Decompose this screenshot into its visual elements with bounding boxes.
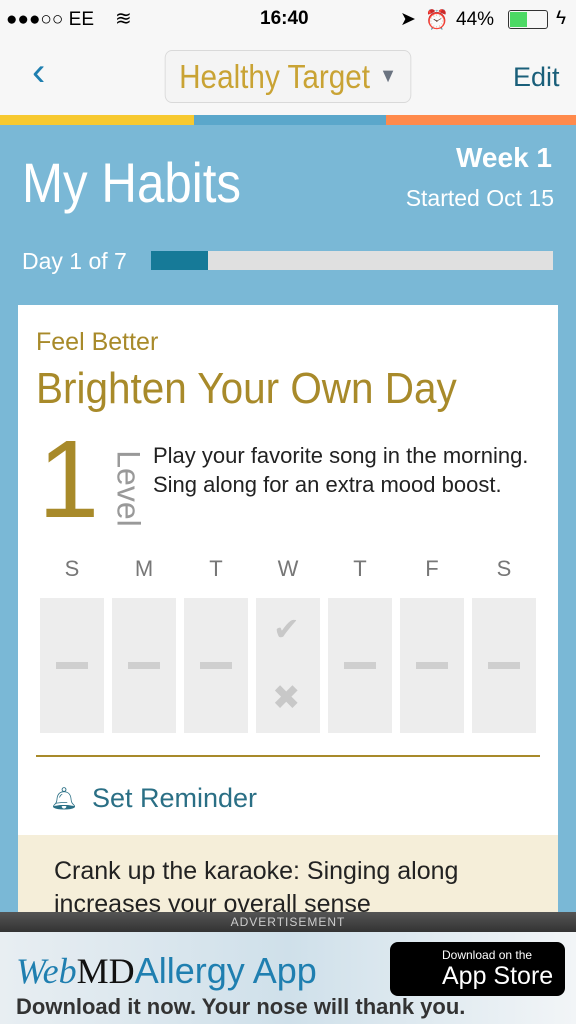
tip-box: Crank up the karaoke: Singing along incr… (18, 835, 558, 915)
program-dropdown[interactable]: Healthy Target ▼ (164, 50, 412, 103)
day-letter: S (64, 556, 80, 581)
dash-icon (56, 662, 88, 669)
program-title: Healthy Target (179, 57, 371, 95)
habit-category: Feel Better (36, 328, 159, 356)
status-bar: ●●●○○ EE ≋ 16:40 ➤ ⏰ 44% ϟ (0, 0, 576, 40)
day-letter: T (209, 556, 223, 581)
location-icon: ➤ (400, 9, 416, 30)
level-number: 1 (38, 418, 100, 541)
wifi-icon: ≋ (115, 8, 132, 30)
day-letter: S (496, 556, 512, 581)
dash-icon (344, 662, 376, 669)
alarm-icon: ⏰ (425, 10, 449, 31)
carrier: ●●●○○ EE (6, 9, 95, 30)
day-box[interactable] (328, 598, 392, 733)
day-box[interactable] (400, 598, 464, 733)
stripe-orange (386, 115, 576, 125)
charging-icon: ϟ (556, 8, 567, 29)
divider (36, 755, 540, 757)
stripe-yellow (0, 115, 194, 125)
ad-brand: WebMDAllergy App (16, 950, 317, 991)
day-letter: F (425, 556, 439, 581)
clock: 16:40 (260, 8, 309, 29)
battery-percent: 44% (456, 9, 495, 30)
set-reminder-button[interactable]: 🔔︎ Set Reminder (50, 783, 257, 814)
habit-description: Play your favorite song in the morning. … (153, 443, 529, 497)
dash-icon (200, 662, 232, 669)
day-box[interactable] (112, 598, 176, 733)
day-counter: Day 1 of 7 (22, 248, 127, 274)
stripe-blue (194, 115, 386, 125)
tip-text: Crank up the karaoke: Singing along incr… (54, 857, 459, 915)
day-letter: W (277, 556, 299, 581)
level-label: Level (110, 450, 147, 527)
day-letter: T (353, 556, 367, 581)
day-letter: M (134, 556, 154, 581)
dash-icon (488, 662, 520, 669)
ad-tagline: Download it now. Your nose will thank yo… (16, 994, 466, 1019)
habit-title: Brighten Your Own Day (36, 364, 457, 413)
day-box[interactable] (184, 598, 248, 733)
back-button[interactable]: ‹ (32, 50, 45, 95)
battery-icon (508, 10, 548, 29)
edit-button[interactable]: Edit (513, 62, 560, 93)
ad-banner[interactable]: WebMDAllergy App Download it now. Your n… (0, 932, 576, 1024)
week-label: Week 1 (456, 142, 552, 173)
check-icon[interactable]: ✔ (273, 610, 300, 648)
day-box[interactable]: ✔ ✖ (256, 598, 320, 733)
dash-icon (128, 662, 160, 669)
day-box[interactable] (472, 598, 536, 733)
app-store-badge[interactable]: Download on the App Store (390, 942, 565, 996)
bell-icon: 🔔︎ (50, 785, 78, 811)
ad-label: ADVERTISEMENT (0, 912, 576, 932)
chevron-down-icon: ▼ (379, 65, 397, 87)
started-date: Started Oct 15 (405, 185, 554, 211)
day-box[interactable] (40, 598, 104, 733)
reminder-label: Set Reminder (91, 783, 258, 813)
page-title: My Habits (22, 151, 242, 214)
progress-fill (151, 251, 209, 270)
cross-icon[interactable]: ✖ (272, 678, 301, 718)
progress-bar (151, 251, 553, 270)
dash-icon (416, 662, 448, 669)
